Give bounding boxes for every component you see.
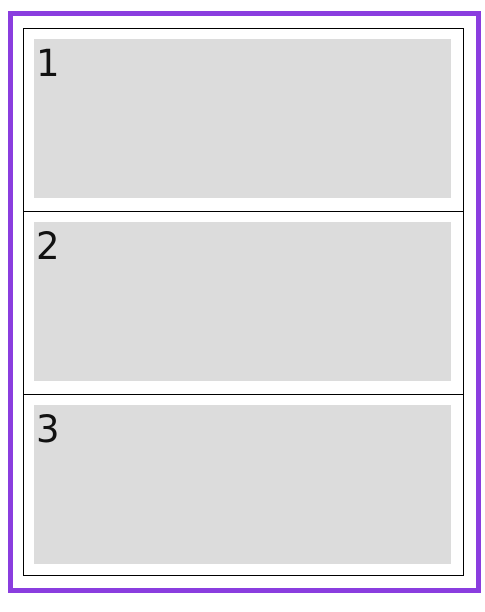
panel-card: 1: [34, 39, 451, 198]
outer-frame: 1 2 3: [8, 11, 481, 593]
panel-number: 2: [36, 225, 60, 268]
panel-1: 1: [24, 29, 463, 212]
panel-number: 1: [36, 42, 60, 85]
panel-2: 2: [24, 212, 463, 395]
panel-3: 3: [24, 395, 463, 575]
panel-number: 3: [36, 408, 60, 451]
panel-stack: 1 2 3: [23, 28, 464, 576]
panel-card: 3: [34, 405, 451, 564]
panel-card: 2: [34, 222, 451, 381]
